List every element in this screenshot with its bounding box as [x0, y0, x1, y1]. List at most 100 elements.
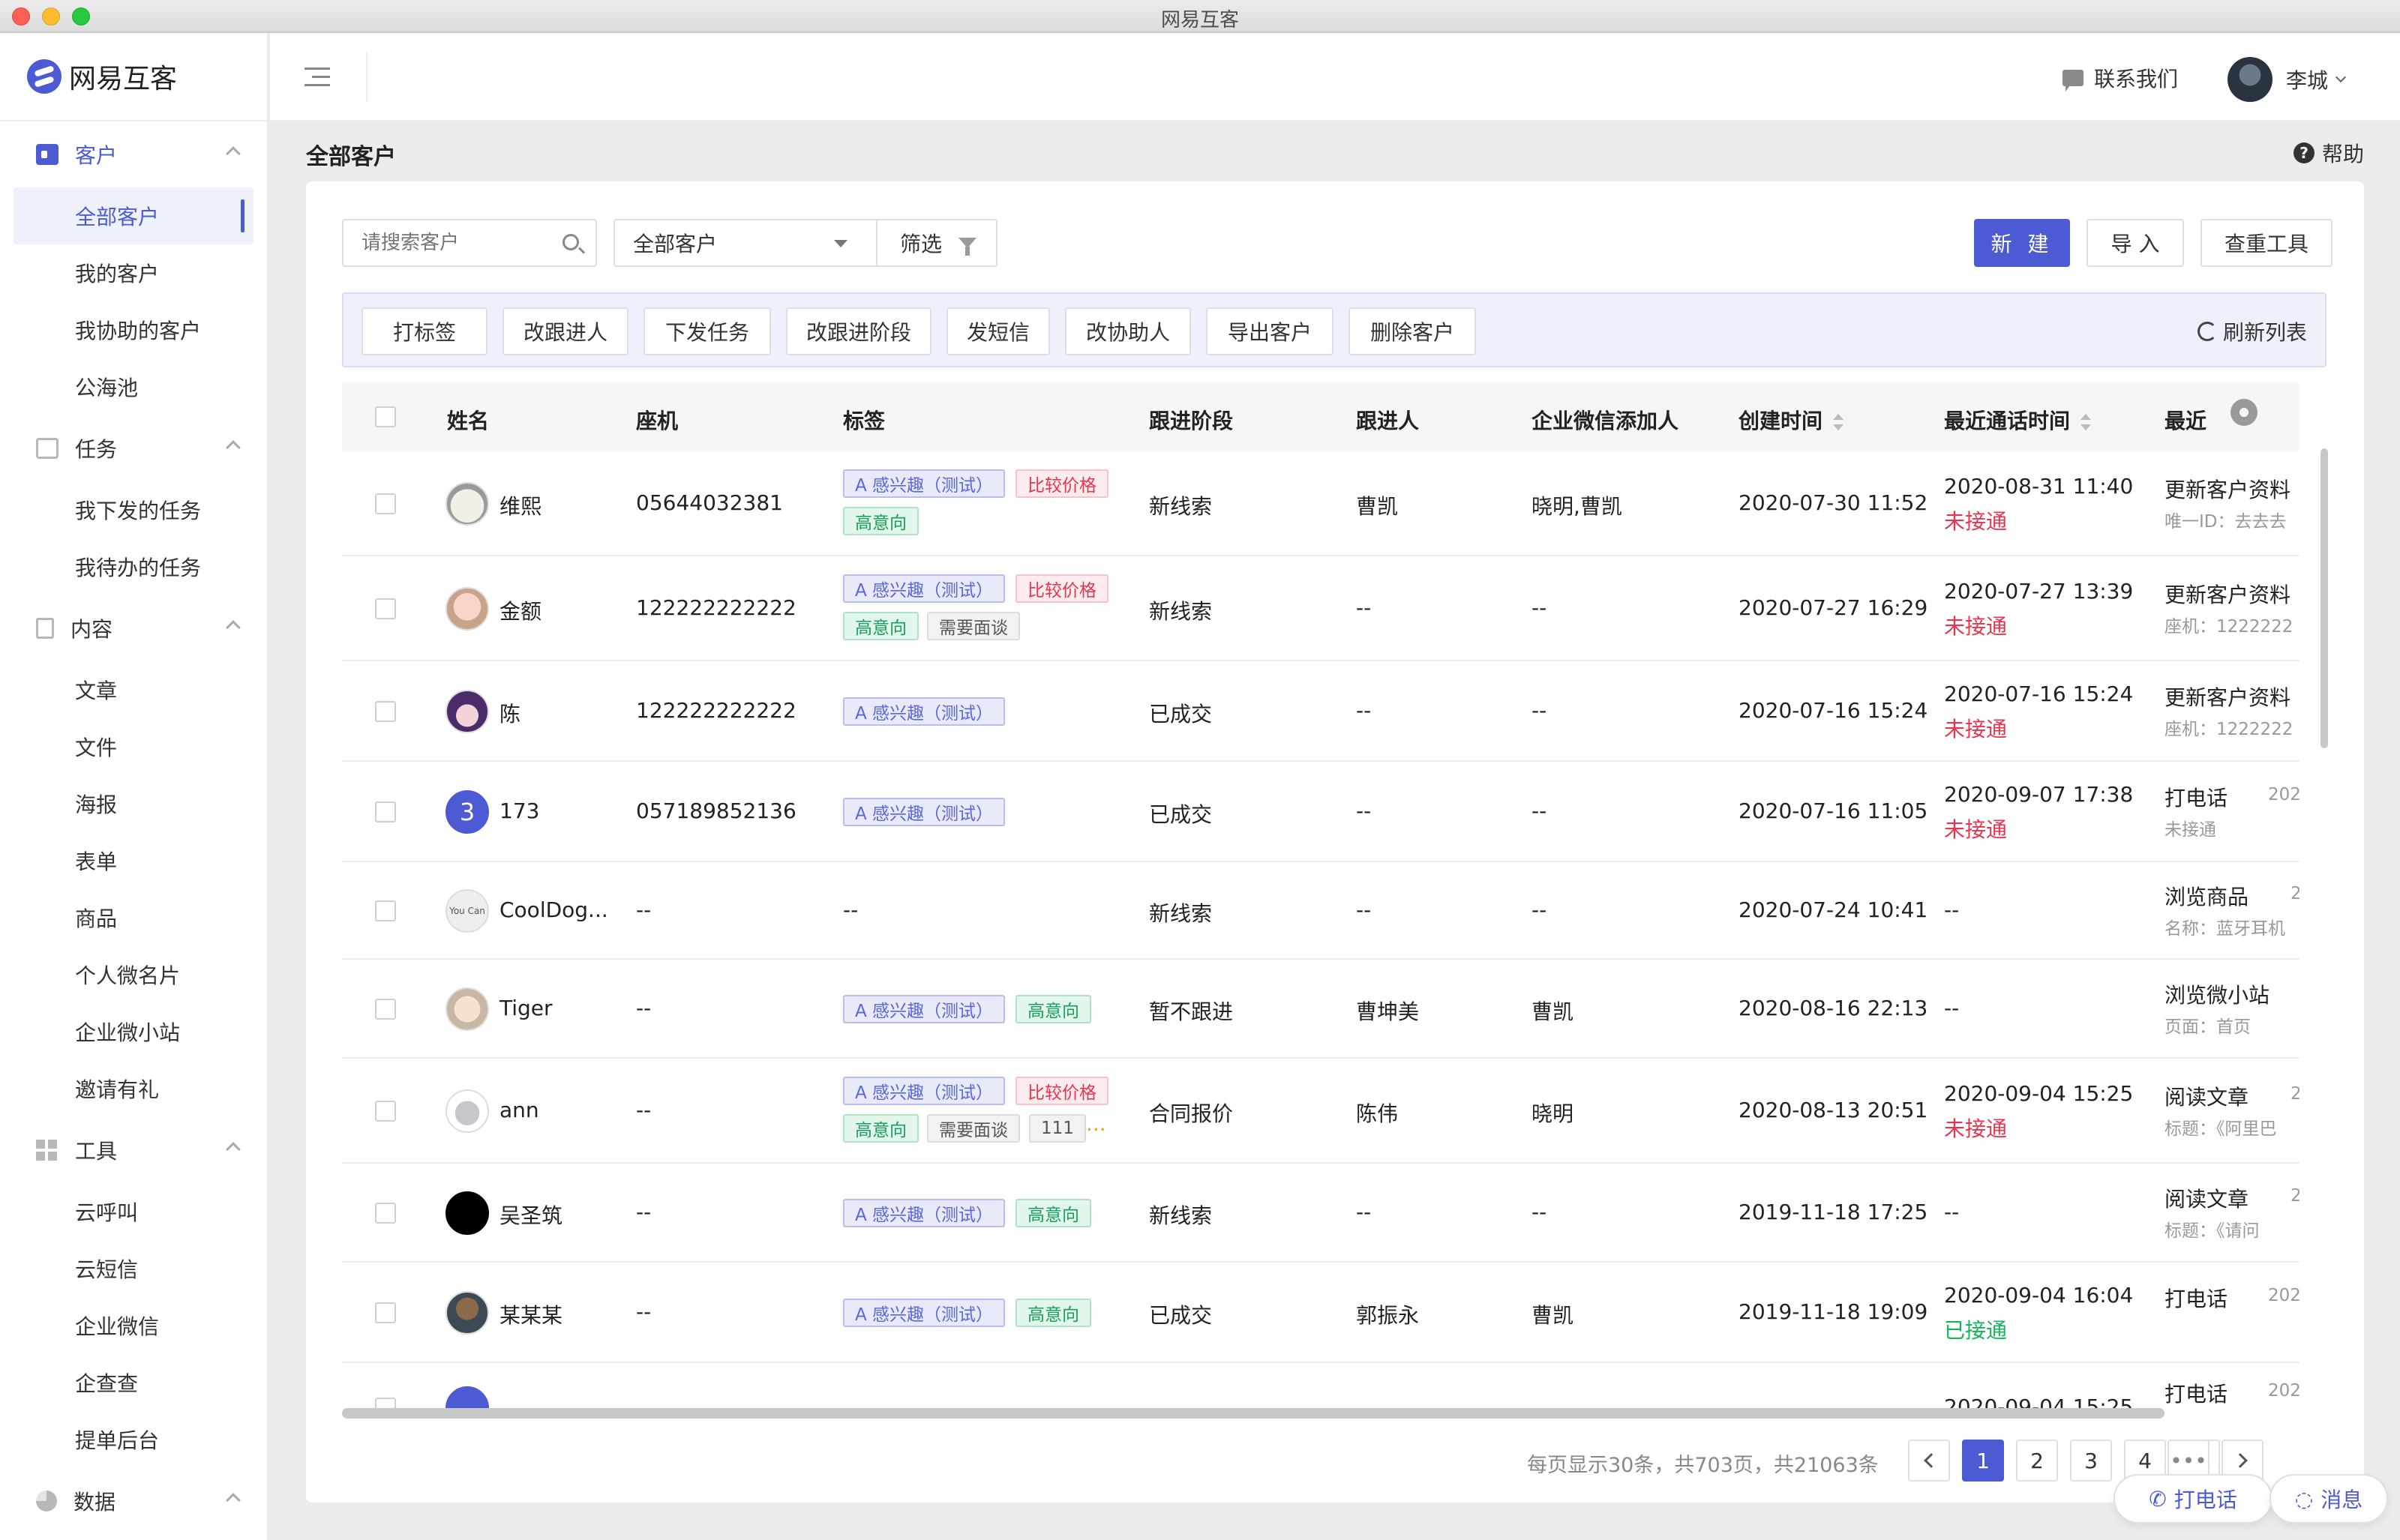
sidebar-item[interactable]: 表单 — [0, 832, 267, 889]
sidebar-item[interactable]: 企查查 — [0, 1354, 267, 1411]
sidebar-item[interactable]: 我待办的任务 — [0, 538, 267, 595]
customer-name[interactable]: 金额 — [500, 595, 542, 625]
customer-name[interactable]: ann — [500, 1098, 539, 1122]
filter-button[interactable]: 筛选 — [876, 219, 998, 267]
table-row[interactable]: You Can CoolDog... -- -- 新线索 -- -- 2020-07-24 1… — [342, 862, 2300, 960]
created-time: 2020-07-16 15:24 — [1738, 698, 1928, 723]
row-checkbox[interactable] — [375, 900, 396, 921]
sidebar-item[interactable]: 公海池 — [0, 358, 267, 415]
column-header[interactable]: 最近通话时间 — [1944, 405, 2092, 435]
sidebar-item[interactable]: 企业微信 — [0, 1297, 267, 1354]
customer-table: 姓名 座机 标签 跟进阶段 跟进人 企业微信添加人 创建时间 最近通话时间 最近 维熙 05644… — [342, 382, 2300, 1410]
row-checkbox[interactable] — [375, 1101, 396, 1122]
customer-name[interactable]: CoolDog... — [500, 897, 608, 922]
sidebar-group[interactable]: 客户 — [0, 121, 267, 187]
vertical-scrollbar[interactable] — [2320, 448, 2328, 748]
sidebar-group[interactable]: 任务 — [0, 415, 267, 481]
table-row[interactable]: 维熙 05644032381 A 感兴趣（测试） 比较价格 高意向 新线索 曹凯 晓明,曹凯 2… — [342, 451, 2300, 556]
contact-us-label: 联系我们 — [2094, 67, 2179, 91]
float-message-button[interactable]: ◌ 消息 — [2270, 1474, 2388, 1524]
row-checkbox[interactable] — [375, 701, 396, 722]
sidebar-item[interactable]: 海报 — [0, 775, 267, 832]
sidebar-group[interactable]: 工具 — [0, 1117, 267, 1183]
row-checkbox[interactable] — [375, 1203, 396, 1224]
customer-name[interactable]: 陈 — [500, 698, 520, 728]
column-header-label: 跟进人 — [1356, 409, 1420, 433]
page-button[interactable]: 3 — [2070, 1440, 2112, 1482]
refresh-icon — [2197, 322, 2217, 341]
bulk-action-button[interactable]: 删除客户 — [1348, 307, 1476, 355]
float-call-button[interactable]: ✆ 打电话 — [2114, 1474, 2272, 1524]
horizontal-scrollbar[interactable] — [342, 1408, 2164, 1419]
search-icon[interactable] — [562, 234, 579, 250]
recent-activity-detail: 标题：《阿里巴 — [2164, 1119, 2277, 1139]
follow-owner: 曹凯 — [1356, 494, 1399, 519]
sidebar-item[interactable]: 提单后台 — [0, 1411, 267, 1468]
import-button[interactable]: 导 入 — [2086, 219, 2184, 267]
sidebar-item[interactable]: 企业微小站 — [0, 1003, 267, 1060]
row-checkbox[interactable] — [375, 999, 396, 1020]
table-row[interactable]: 陈 122222222222 A 感兴趣（测试） 已成交 -- -- 2020-07-16 … — [342, 661, 2300, 762]
table-row[interactable]: 某某某 -- A 感兴趣（测试） 高意向 已成交 郭振永 曹凯 2019-11-18 19:0… — [342, 1263, 2300, 1363]
sidebar-item[interactable]: 我的客户 — [0, 244, 267, 301]
app-logo[interactable]: 网易互客 — [0, 33, 267, 121]
column-header[interactable]: 创建时间 — [1738, 405, 1844, 435]
customer-name[interactable]: 173 — [500, 798, 539, 823]
table-row[interactable]: 金额 122222222222 A 感兴趣（测试） 比较价格 高意向 需要面谈 新线索 -- -… — [342, 556, 2300, 661]
table-row[interactable]: ann -- A 感兴趣（测试） 比较价格 高意向 需要面谈 111... 合同报价 陈伟 晓明 2… — [342, 1059, 2300, 1164]
help-link[interactable]: ? 帮助 — [2294, 138, 2364, 168]
customer-scope-select[interactable]: 全部客户 — [614, 219, 878, 267]
bulk-action-button[interactable]: 改跟进人 — [502, 307, 628, 355]
row-checkbox[interactable] — [375, 598, 396, 619]
bulk-action-button[interactable]: 导出客户 — [1206, 307, 1334, 355]
page-button[interactable]: 1 — [1962, 1440, 2004, 1482]
sidebar-item[interactable]: 全部客户 — [14, 187, 254, 244]
bulk-action-button[interactable]: 改跟进阶段 — [786, 307, 932, 355]
column-settings-icon[interactable] — [2230, 399, 2258, 426]
follow-owner: -- — [1356, 798, 1372, 823]
customer-name[interactable]: 维熙 — [500, 490, 542, 520]
sidebar-item[interactable]: 邀请有礼 — [0, 1060, 267, 1117]
user-menu[interactable]: 李城 — [2228, 57, 2347, 102]
customer-name[interactable]: 吴圣筑 — [500, 1200, 562, 1230]
sidebar-item[interactable]: 个人微名片 — [0, 946, 267, 1003]
follow-owner: -- — [1356, 1200, 1372, 1224]
contact-us-link[interactable]: 联系我们 — [2062, 63, 2178, 93]
sidebar-item[interactable]: 文件 — [0, 718, 267, 775]
bulk-action-button[interactable]: 打标签 — [362, 307, 488, 355]
sort-icon[interactable] — [2080, 414, 2092, 430]
prev-page-button[interactable] — [1908, 1440, 1950, 1482]
select-all-checkbox[interactable] — [375, 406, 396, 427]
table-row[interactable]: 吴圣筑 -- A 感兴趣（测试） 高意向 新线索 -- -- 2019-11-18 17:25… — [342, 1164, 2300, 1263]
row-checkbox[interactable] — [375, 801, 396, 822]
sort-icon[interactable] — [1833, 414, 1844, 430]
table-row[interactable]: Tiger -- A 感兴趣（测试） 高意向 暂不跟进 曹坤美 曹凯 2020-08-16 2… — [342, 960, 2300, 1059]
contact-card-icon — [36, 144, 58, 165]
customer-name[interactable]: 某某某 — [500, 1299, 562, 1329]
sidebar-group[interactable]: 内容 — [0, 595, 267, 661]
row-checkbox[interactable] — [375, 1302, 396, 1323]
page-button[interactable]: 2 — [2016, 1440, 2058, 1482]
new-customer-button[interactable]: 新 建 — [1974, 219, 2070, 267]
refresh-list-button[interactable]: 刷新列表 — [2197, 316, 2307, 346]
table-row[interactable]: 2020-09-04 15:25 打电话 202 — [342, 1363, 2300, 1410]
sidebar-item[interactable]: 文章 — [0, 661, 267, 718]
row-checkbox[interactable] — [375, 493, 396, 514]
bulk-action-button[interactable]: 改协助人 — [1065, 307, 1191, 355]
customer-name[interactable]: Tiger — [500, 996, 553, 1020]
search-input[interactable] — [362, 232, 549, 254]
sidebar-item[interactable]: 我下发的任务 — [0, 481, 267, 538]
sidebar-group[interactable]: 数据 — [0, 1468, 267, 1534]
search-box[interactable] — [342, 219, 597, 267]
dedupe-tool-button[interactable]: 查重工具 — [2200, 219, 2332, 267]
sidebar-item[interactable]: 商品 — [0, 889, 267, 946]
sidebar-item[interactable]: 云呼叫 — [0, 1183, 267, 1240]
sidebar-item[interactable]: 我协助的客户 — [0, 301, 267, 358]
sidebar-item[interactable]: 云短信 — [0, 1240, 267, 1297]
bulk-action-button[interactable]: 下发任务 — [644, 307, 771, 355]
chevron-left-icon — [1924, 1453, 1939, 1468]
more-tags-indicator[interactable]: ... — [1086, 1111, 1106, 1136]
bulk-action-button[interactable]: 发短信 — [946, 307, 1050, 355]
table-row[interactable]: 3 173 057189852136 A 感兴趣（测试） 已成交 -- -- 2020-07-… — [342, 762, 2300, 862]
collapse-menu-icon[interactable] — [304, 67, 330, 87]
